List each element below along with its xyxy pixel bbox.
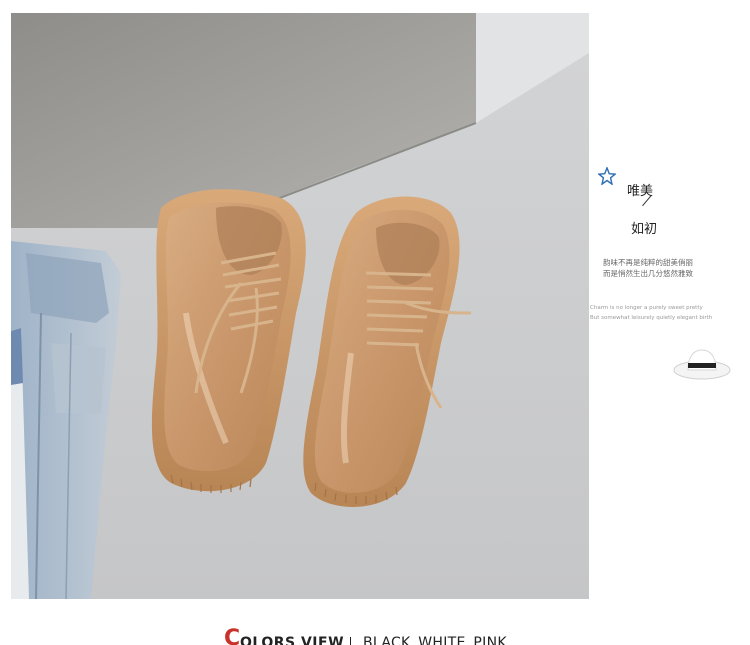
side-en-line1: Charm is no longer a purely sweet pretty [590, 305, 703, 311]
side-cn-line2: 而是悄然生出几分悠然雅致 [603, 269, 693, 278]
colors-view-title: OLORS VIEW [240, 635, 345, 645]
colors-view-bar: C OLORS VIEW BLACK WHITE PINK [0, 620, 750, 645]
colors-list: BLACK WHITE PINK [363, 635, 507, 645]
side-title-line2: 如初 [631, 222, 658, 237]
hat-icon [673, 349, 731, 380]
product-photo [11, 13, 589, 599]
side-en-line2: But somewhat leisurely quietly elegant b… [590, 315, 713, 321]
side-cn-line1: 韵味不再是纯粹的甜美俏丽 [603, 258, 693, 267]
colors-view-c-letter: C [224, 626, 241, 645]
colors-divider [350, 637, 351, 645]
star-icon [598, 167, 616, 185]
